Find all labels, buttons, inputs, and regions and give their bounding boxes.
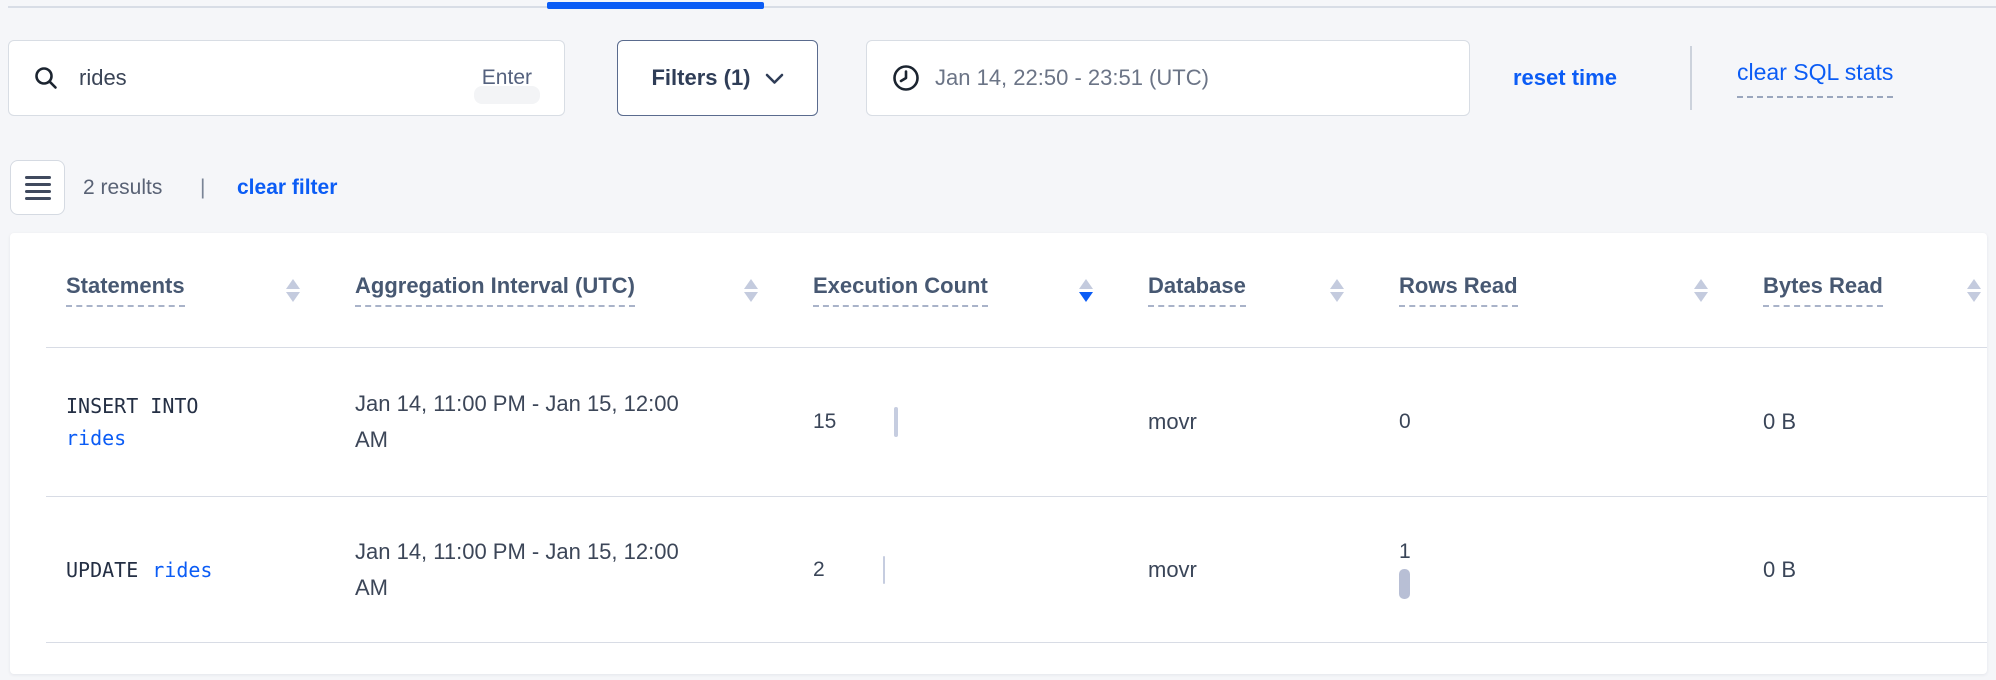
execution-count-value: 2: [813, 558, 825, 582]
execution-count-value: 15: [813, 410, 836, 434]
time-range-label: Jan 14, 22:50 - 23:51 (UTC): [935, 65, 1209, 91]
column-header-rows-read[interactable]: Rows Read: [1399, 273, 1763, 307]
chevron-down-icon: [765, 72, 784, 85]
aggregation-interval-value: Jan 14, 11:00 PM - Jan 15, 12:00 AM: [355, 386, 705, 458]
clock-icon: [891, 63, 921, 93]
bytes-read-value: 0 B: [1763, 557, 1796, 582]
search-input[interactable]: [79, 65, 474, 91]
time-range-picker[interactable]: Jan 14, 22:50 - 23:51 (UTC): [866, 40, 1470, 116]
table-row[interactable]: UPDATErides Jan 14, 11:00 PM - Jan 15, 1…: [10, 497, 1987, 642]
execution-count-bar: [894, 407, 898, 437]
statements-table: Statements Aggregation Interval (UTC) Ex…: [10, 233, 1987, 674]
execution-count-bar: [883, 556, 885, 584]
clear-filter-link[interactable]: clear filter: [237, 160, 337, 215]
column-selector-button[interactable]: [10, 160, 65, 215]
database-value: movr: [1148, 409, 1197, 434]
bytes-read-value: 0 B: [1763, 409, 1796, 434]
results-count: 2 results: [83, 160, 162, 215]
database-value: movr: [1148, 557, 1197, 582]
search-box[interactable]: Enter: [8, 40, 565, 116]
sort-icon[interactable]: [286, 279, 300, 302]
clear-sql-stats-link[interactable]: clear SQL stats: [1737, 40, 1893, 116]
sql-statements-page: Enter Filters (1) Jan 14, 22:50 - 23:51 …: [0, 0, 1996, 680]
sort-icon[interactable]: [1967, 279, 1981, 302]
active-tab-indicator: [547, 2, 764, 9]
enter-key-hint: Enter: [474, 66, 540, 90]
sort-icon[interactable]: [744, 279, 758, 302]
statement-link[interactable]: INSERT INTOrides: [66, 390, 300, 454]
row-divider: [46, 642, 1987, 643]
links-divider: [1690, 46, 1692, 110]
filters-button[interactable]: Filters (1): [617, 40, 818, 116]
aggregation-interval-value: Jan 14, 11:00 PM - Jan 15, 12:00 AM: [355, 534, 705, 606]
column-header-execution-count[interactable]: Execution Count: [813, 273, 1148, 307]
rows-read-value: 1: [1399, 540, 1411, 564]
table-header-row: Statements Aggregation Interval (UTC) Ex…: [10, 233, 1987, 347]
rows-read-value: 0: [1399, 410, 1411, 434]
column-header-statements[interactable]: Statements: [66, 273, 355, 307]
column-header-aggregation-interval[interactable]: Aggregation Interval (UTC): [355, 273, 813, 307]
search-icon: [33, 65, 59, 91]
column-header-bytes-read[interactable]: Bytes Read: [1763, 273, 1987, 307]
sort-icon-active-desc[interactable]: [1079, 279, 1093, 302]
table-row[interactable]: INSERT INTOrides Jan 14, 11:00 PM - Jan …: [10, 348, 1987, 496]
column-header-database[interactable]: Database: [1148, 273, 1399, 307]
tab-bar-divider: [8, 6, 1996, 8]
sort-icon[interactable]: [1330, 279, 1344, 302]
statement-link[interactable]: UPDATErides: [66, 554, 300, 586]
table-body: INSERT INTOrides Jan 14, 11:00 PM - Jan …: [10, 348, 1987, 643]
sort-icon[interactable]: [1694, 279, 1708, 302]
filters-label: Filters (1): [651, 65, 750, 91]
results-separator: |: [200, 160, 205, 215]
rows-read-bar: [1399, 569, 1410, 599]
reset-time-link[interactable]: reset time: [1513, 40, 1617, 116]
